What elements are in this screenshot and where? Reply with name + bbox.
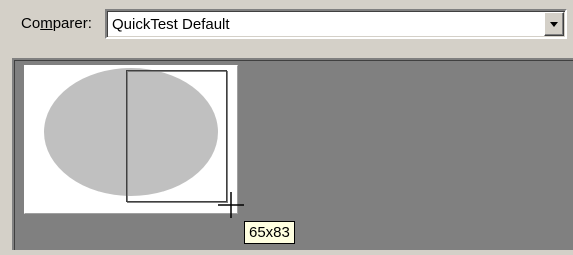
comparer-select[interactable]: QuickTest Default (105, 9, 567, 39)
comparer-label-suffix: parer: (52, 15, 92, 32)
canvas-bottom-strip (0, 250, 573, 255)
gray-ellipse (44, 68, 218, 196)
comparer-dropdown-button[interactable] (544, 12, 564, 36)
chevron-down-icon (550, 22, 558, 27)
crosshair-cursor-icon (218, 192, 244, 218)
comparer-label: Comparer: (21, 15, 92, 32)
selection-size-tooltip: 65x83 (244, 221, 295, 244)
bitmap-thumbnail[interactable] (24, 65, 238, 214)
comparer-row: Comparer: QuickTest Default (0, 0, 573, 48)
comparer-selected-value: QuickTest Default (112, 16, 230, 33)
thumbnail-drawing (44, 68, 228, 203)
comparer-label-prefix: Co (21, 15, 41, 32)
comparer-label-mnemonic: m (40, 15, 53, 32)
